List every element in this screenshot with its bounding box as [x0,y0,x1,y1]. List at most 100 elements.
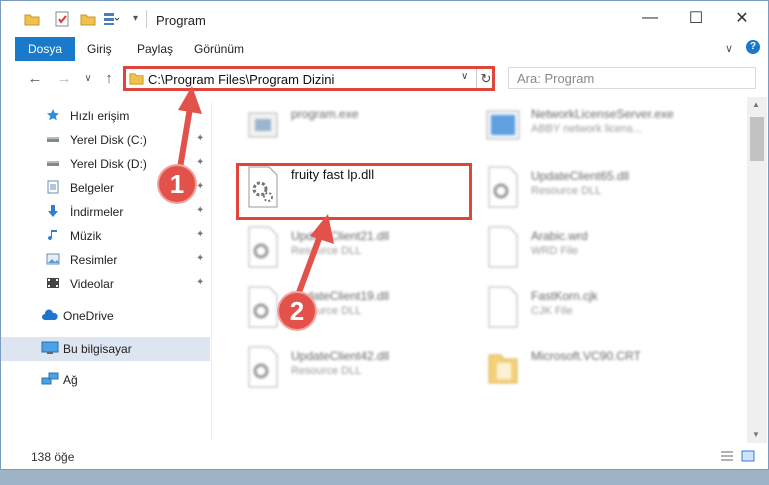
file-icon [488,226,518,268]
explorer-window: ▾ Program — ☐ ✕ Dosya Giriş Paylaş Görün… [0,0,769,470]
file-icon [488,286,518,328]
sidebar-item-videos[interactable]: Videolar ✦ [1,273,210,295]
cloud-icon [42,309,58,320]
address-bar[interactable]: C:\Program Files\Program Dizini ∨ ↻ [123,66,495,91]
folder-icon [24,14,40,26]
sidebar-item-downloads[interactable]: İndirmeler ✦ [1,201,210,223]
title-divider [146,10,147,28]
ribbon: Dosya Giriş Paylaş Görünüm ∨ ? [1,37,768,62]
new-folder-icon[interactable] [79,10,97,28]
sidebar-item-music[interactable]: Müzik ✦ [1,225,210,247]
close-button[interactable]: ✕ [719,1,765,35]
search-box[interactable]: Ara: Program [508,67,756,89]
sidebar-item-label: Yerel Disk (D:) [70,157,147,171]
sidebar-item-label: Ağ [63,373,78,387]
tab-share[interactable]: Paylaş [127,37,183,61]
ribbon-expand-icon[interactable]: ∨ [725,42,733,55]
file-item[interactable]: UpdateClient65.dll Resource DLL [485,163,715,213]
folder-icon [129,73,144,85]
qa-dropdown-icon[interactable]: ▾ [133,13,138,24]
file-description: Resource DLL [291,365,362,377]
pin-icon[interactable]: ✦ [196,277,204,288]
file-list: program.exe NetworkLicenseServer.exe ABB… [212,97,747,443]
drive-icon [47,137,59,142]
file-name: Microsoft.VC90.CRT [531,349,641,363]
file-description: ABBY network licens... [531,123,643,135]
quick-access-customize-icon[interactable] [102,10,120,28]
sidebar-item-network[interactable]: Ağ [1,369,210,391]
exe-icon [486,110,520,140]
address-path[interactable]: C:\Program Files\Program Dizini [148,72,334,87]
file-name: program.exe [291,107,359,121]
documents-icon [47,180,59,194]
file-item[interactable]: NetworkLicenseServer.exe ABBY network li… [485,101,715,151]
file-name: UpdateClient21.dll [291,229,390,243]
sidebar-item-quick-access[interactable]: Hızlı erişim [1,105,210,127]
step-2-badge: 2 [279,293,315,329]
sidebar-item-label: Resimler [70,253,118,267]
file-name: NetworkLicenseServer.exe [531,107,674,121]
title-bar: ▾ Program — ☐ ✕ [1,1,768,37]
item-count: 138 öğe [31,450,75,464]
tab-home[interactable]: Giriş [77,37,122,61]
file-description: Resource DLL [291,245,362,257]
sidebar-item-label: Videolar [70,277,114,291]
download-icon [48,205,58,217]
file-item[interactable]: Arabic.wrd WRD File [485,223,715,273]
up-button[interactable]: ↑ [99,69,119,89]
details-view-icon[interactable] [720,450,734,462]
sidebar-item-this-pc[interactable]: Bu bilgisayar [1,337,210,361]
forward-button[interactable]: → [54,69,74,89]
status-bar: 138 öğe [1,445,768,469]
pin-icon[interactable]: ✦ [196,229,204,240]
file-name: FastKorn.cjk [531,289,598,303]
minimize-button[interactable]: — [627,1,673,35]
file-item[interactable]: UpdateClient42.dll Resource DLL [245,343,475,393]
pin-icon[interactable]: ✦ [196,205,204,216]
pictures-icon [46,253,60,265]
folder-icon [488,354,518,384]
file-name: Arabic.wrd [531,229,588,243]
help-icon[interactable]: ? [746,40,760,54]
music-icon [48,230,57,241]
navigation-pane: Hızlı erişim Yerel Disk (C:) ✦ Yerel Dis… [1,101,211,441]
maximize-button[interactable]: ☐ [673,1,719,35]
dll-gear-icon [248,346,278,388]
pin-icon[interactable]: ✦ [196,253,204,264]
videos-icon [47,278,59,288]
file-description: CJK File [531,305,573,317]
computer-icon [41,341,59,354]
exe-icon [248,112,278,138]
file-highlight-box [236,163,472,220]
scroll-down-icon[interactable]: ▼ [752,430,760,439]
tab-view[interactable]: Görünüm [184,37,254,61]
sidebar-item-label: Belgeler [70,181,115,195]
sidebar-item-onedrive[interactable]: OneDrive [1,305,210,327]
sidebar-item-label: Bu bilgisayar [63,342,132,356]
scroll-up-icon[interactable]: ▲ [752,100,760,109]
properties-icon[interactable] [53,10,71,28]
pin-icon[interactable]: ✦ [196,133,204,144]
vertical-scrollbar[interactable]: ▲ ▼ [747,97,767,443]
search-placeholder[interactable]: Ara: Program [517,71,594,86]
refresh-button[interactable]: ↻ [476,69,495,88]
sidebar-item-pictures[interactable]: Resimler ✦ [1,249,210,271]
file-description: WRD File [531,245,579,257]
pin-icon[interactable]: ✦ [196,157,204,168]
sidebar-item-label: Hızlı erişim [70,109,130,123]
file-item[interactable]: Microsoft.VC90.CRT [485,343,715,393]
recent-locations-button[interactable]: ∨ [78,69,98,89]
back-button[interactable]: ← [25,69,45,89]
address-dropdown-icon[interactable]: ∨ [461,71,468,82]
sidebar-item-local-disk-c[interactable]: Yerel Disk (C:) ✦ [1,129,210,151]
scrollbar-thumb[interactable] [750,117,764,161]
file-item[interactable]: program.exe [245,101,475,151]
dll-gear-icon [488,166,518,208]
file-item[interactable]: FastKorn.cjk CJK File [485,283,715,333]
file-name: UpdateClient65.dll [531,169,630,183]
dll-gear-icon [248,286,278,328]
large-icons-view-icon[interactable] [741,450,755,462]
file-item[interactable]: UpdateClient21.dll Resource DLL [245,223,475,273]
pin-icon[interactable]: ✦ [196,181,204,192]
tab-file[interactable]: Dosya [15,37,76,61]
